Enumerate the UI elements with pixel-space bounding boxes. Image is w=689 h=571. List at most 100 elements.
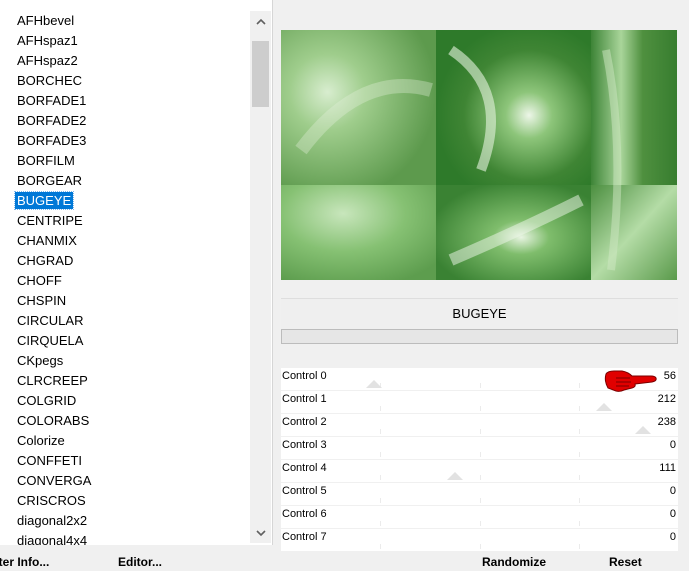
slider-tick (480, 406, 481, 411)
list-item[interactable]: CRISCROS (0, 491, 250, 511)
list-item[interactable]: AFHbevel (0, 11, 250, 31)
list-item-label: CENTRIPE (17, 213, 83, 228)
slider-tick (579, 498, 580, 503)
slider-tick (480, 475, 481, 480)
list-item[interactable]: CIRCULAR (0, 311, 250, 331)
list-item-label: Colorize (17, 433, 65, 448)
pointing-hand-icon (604, 370, 657, 392)
list-item[interactable]: diagonal2x2 (0, 511, 250, 531)
list-item-label: CHGRAD (17, 253, 74, 268)
filter-name-panel: BUGEYE (281, 298, 678, 330)
controls-panel: Control 0 56 Control 1 212 Control 2 238 Contr… (281, 368, 678, 552)
list-item-label: BUGEYE (13, 191, 75, 210)
slider-thumb[interactable] (366, 380, 382, 388)
list-item-label: BORFADE3 (17, 133, 87, 148)
slider-thumb[interactable] (635, 426, 651, 434)
list-item[interactable]: BORFILM (0, 151, 250, 171)
list-item-label: CHSPIN (17, 293, 67, 308)
slider-tick (480, 544, 481, 549)
list-item-label: BORCHEC (17, 73, 83, 88)
control-slider[interactable] (281, 449, 678, 457)
filter-info-button[interactable]: ilter Info... (0, 554, 49, 571)
list-item[interactable]: CONVERGA (0, 471, 250, 491)
list-item-label: CHOFF (17, 273, 62, 288)
list-item-label: BORFADE1 (17, 93, 87, 108)
list-item[interactable]: CKpegs (0, 351, 250, 371)
control-row[interactable]: Control 4 111 (281, 460, 678, 483)
list-item[interactable]: COLORABS (0, 411, 250, 431)
list-item-label: CIRCULAR (17, 313, 84, 328)
list-item[interactable]: BORFADE3 (0, 131, 250, 151)
list-item[interactable]: CHANMIX (0, 231, 250, 251)
control-slider[interactable] (281, 495, 678, 503)
slider-tick (380, 475, 381, 480)
slider-tick (380, 452, 381, 457)
filter-items[interactable]: AFHbevel AFHspaz1 AFHspaz2 BORCHEC BORFADE1 B… (0, 11, 250, 545)
randomize-button[interactable]: Randomize (482, 554, 546, 571)
list-item[interactable]: AFHspaz2 (0, 51, 250, 71)
list-item-label: AFHbevel (17, 13, 75, 28)
control-slider[interactable] (281, 426, 678, 434)
control-row[interactable]: Control 30 (281, 437, 678, 460)
slider-tick (579, 475, 580, 480)
slider-thumb[interactable] (447, 472, 463, 480)
list-item[interactable]: CHSPIN (0, 291, 250, 311)
list-item[interactable]: BORFADE2 (0, 111, 250, 131)
list-item[interactable]: CONFFETI (0, 451, 250, 471)
list-item-label: BORGEAR (17, 173, 83, 188)
control-slider[interactable] (281, 541, 678, 549)
slider-tick (480, 383, 481, 388)
editor-button[interactable]: Editor... (118, 554, 162, 571)
list-item-label: diagonal2x2 (17, 513, 88, 528)
list-item[interactable]: diagonal4x4 (0, 531, 250, 545)
control-row[interactable]: Control 50 (281, 483, 678, 506)
slider-tick (579, 406, 580, 411)
list-item-label: CIRQUELA (17, 333, 84, 348)
list-item[interactable]: CHOFF (0, 271, 250, 291)
list-item[interactable]: BORCHEC (0, 71, 250, 91)
control-slider[interactable] (281, 472, 678, 480)
list-item[interactable]: BORFADE1 (0, 91, 250, 111)
list-item[interactable]: CHGRAD (0, 251, 250, 271)
control-slider[interactable] (281, 403, 678, 411)
slider-tick (579, 452, 580, 457)
list-item[interactable]: COLGRID (0, 391, 250, 411)
control-row[interactable]: Control 1 212 (281, 391, 678, 414)
filter-list[interactable]: AFHbevel AFHspaz1 AFHspaz2 BORCHEC BORFADE1 B… (0, 0, 273, 545)
scroll-thumb[interactable] (252, 41, 269, 107)
control-row[interactable]: Control 70 (281, 529, 678, 552)
control-slider[interactable] (281, 518, 678, 526)
slider-tick (579, 521, 580, 526)
reset-button[interactable]: Reset (609, 554, 642, 571)
slider-tick (380, 498, 381, 503)
slider-tick (480, 429, 481, 434)
list-scrollbar[interactable] (250, 11, 271, 543)
list-item[interactable]: CIRQUELA (0, 331, 250, 351)
list-item-label: AFHspaz2 (17, 53, 78, 68)
progress-bar (281, 329, 678, 344)
control-row[interactable]: Control 60 (281, 506, 678, 529)
slider-tick (579, 544, 580, 549)
chevron-up-icon[interactable] (250, 11, 271, 31)
slider-tick (480, 452, 481, 457)
list-item-label: CONVERGA (17, 473, 92, 488)
control-row[interactable]: Control 2 238 (281, 414, 678, 437)
list-item-label: CHANMIX (17, 233, 77, 248)
list-item-label: COLGRID (17, 393, 77, 408)
list-item[interactable]: CLRCREEP (0, 371, 250, 391)
slider-tick (579, 429, 580, 434)
list-item[interactable]: BUGEYE (0, 191, 250, 211)
list-item-label: CRISCROS (17, 493, 86, 508)
filter-preview-image (281, 30, 677, 280)
slider-thumb[interactable] (596, 403, 612, 411)
list-item-label: COLORABS (17, 413, 90, 428)
list-item[interactable]: BORGEAR (0, 171, 250, 191)
list-item-label: CKpegs (17, 353, 64, 368)
slider-tick (380, 544, 381, 549)
chevron-down-icon[interactable] (250, 523, 271, 543)
list-item[interactable]: AFHspaz1 (0, 31, 250, 51)
slider-tick (380, 406, 381, 411)
list-item-label: CLRCREEP (17, 373, 88, 388)
list-item[interactable]: CENTRIPE (0, 211, 250, 231)
list-item[interactable]: Colorize (0, 431, 250, 451)
